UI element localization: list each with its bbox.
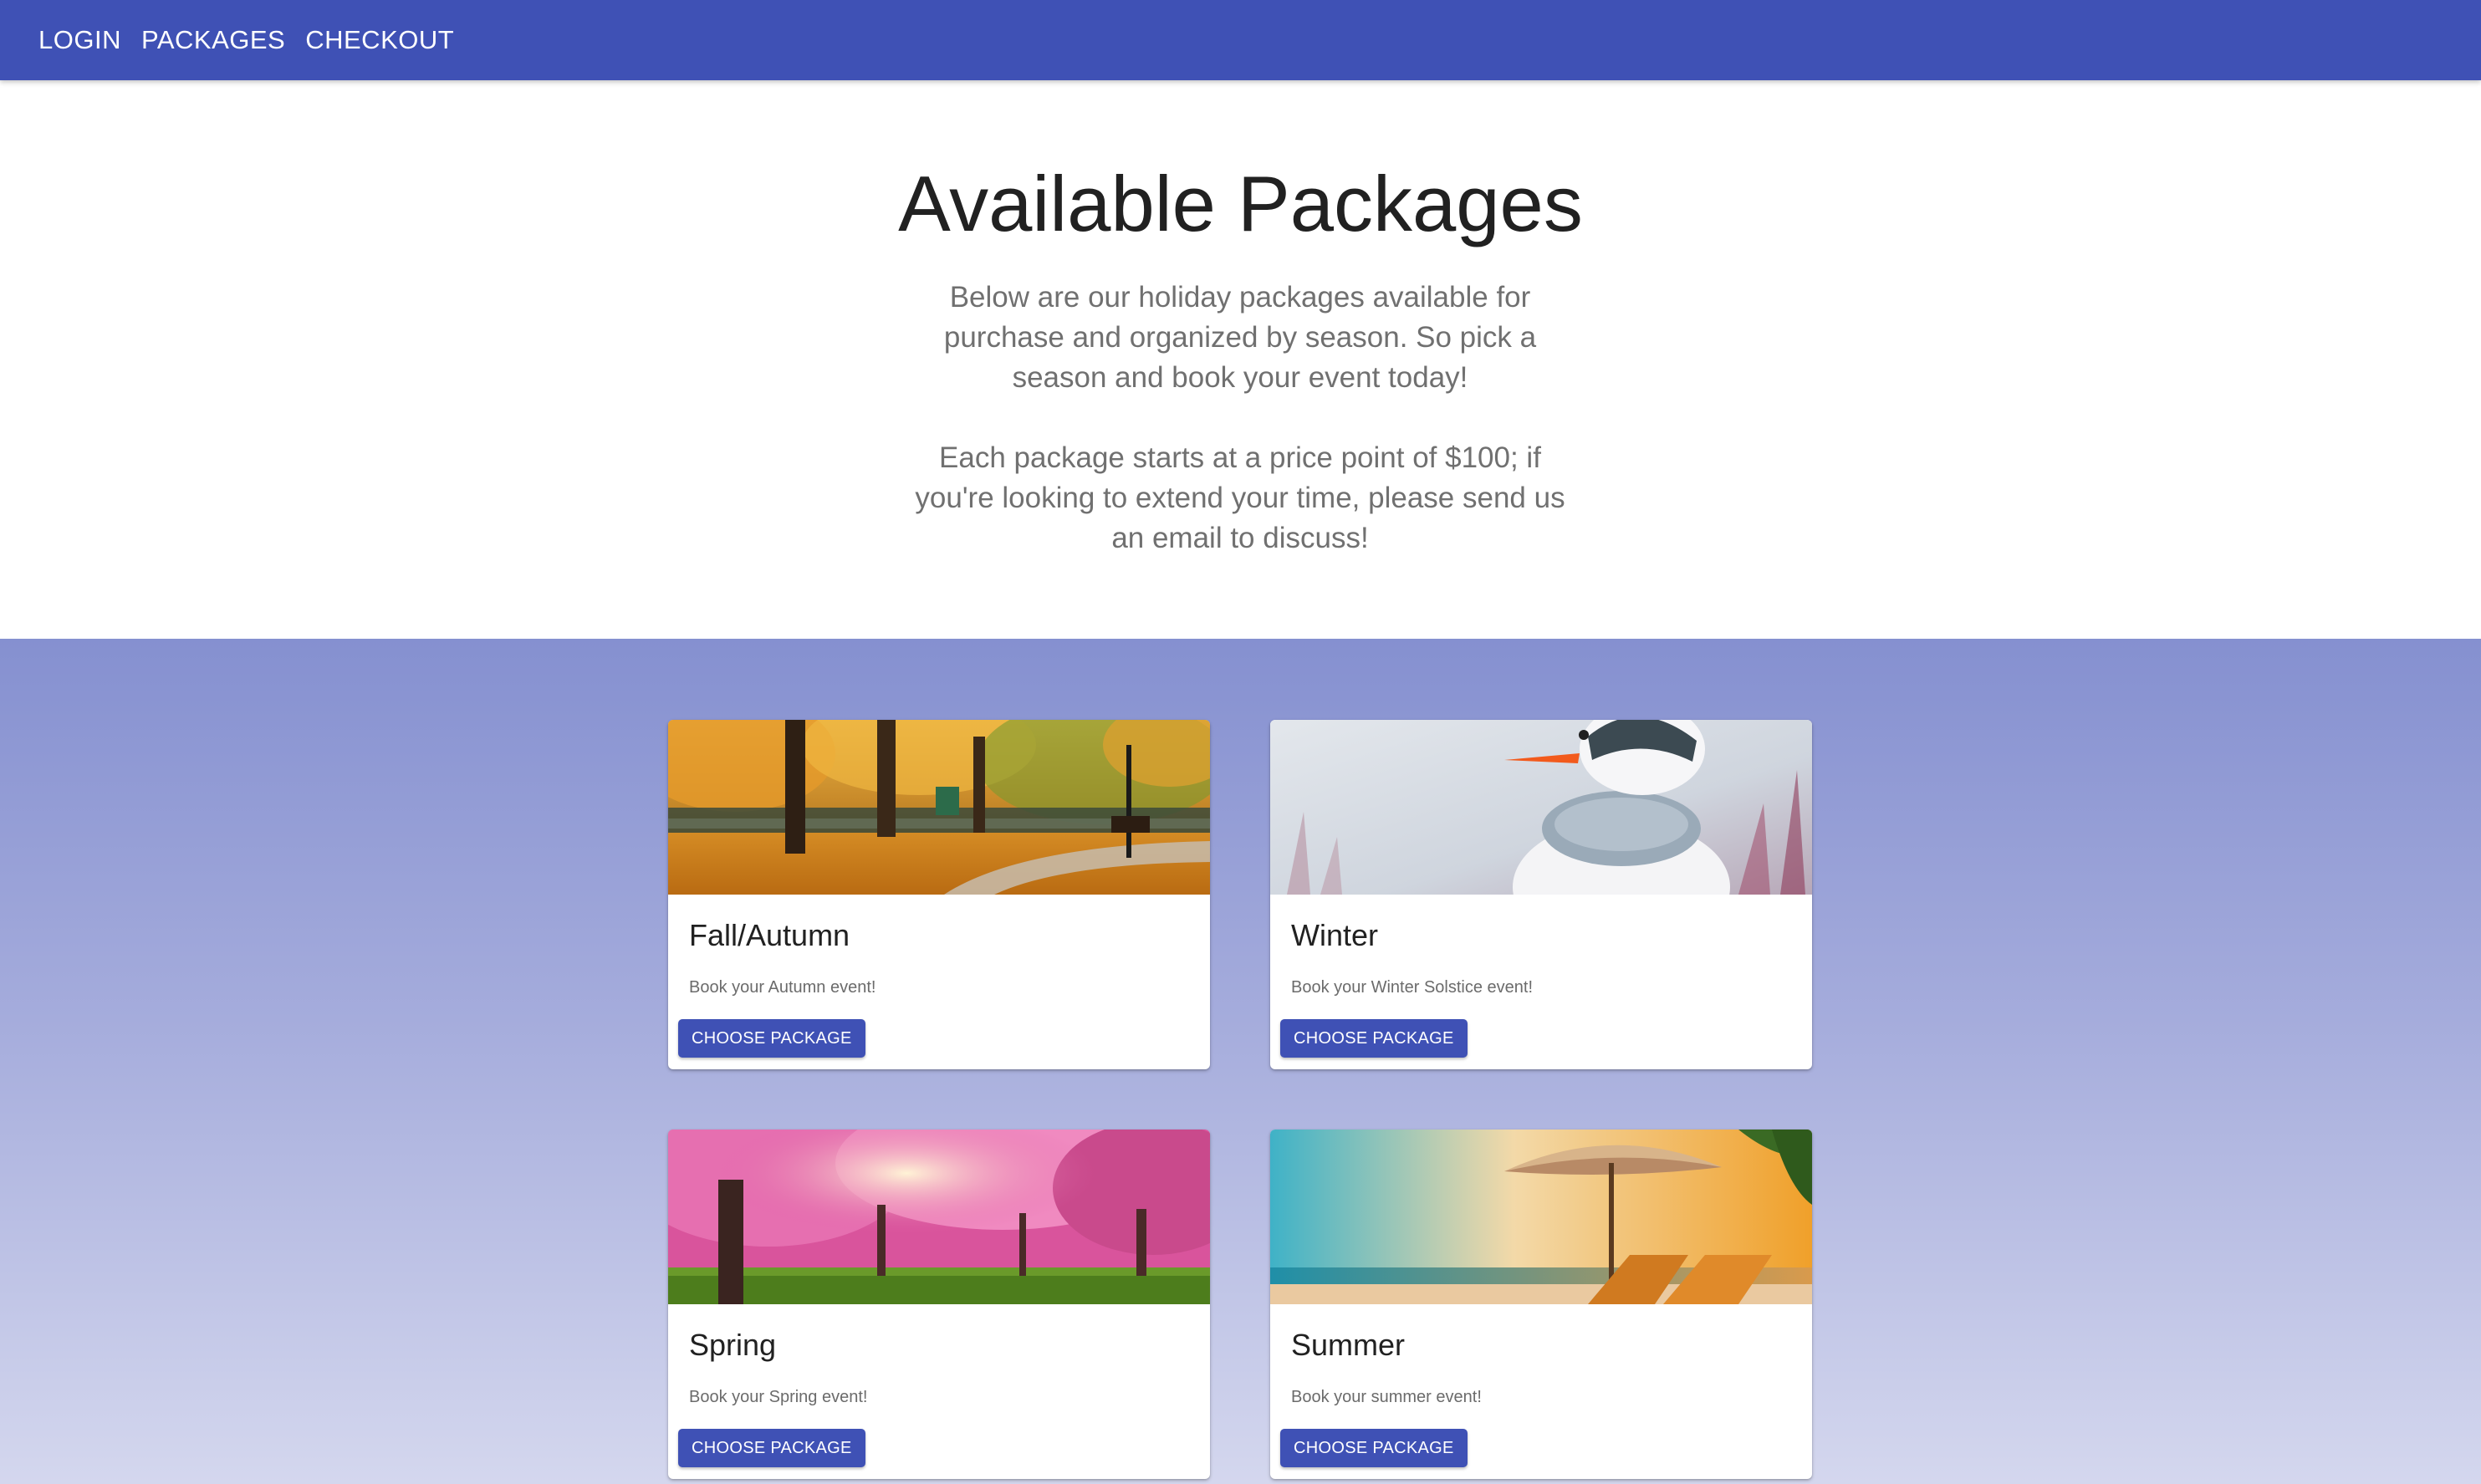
packages-section: Fall/Autumn Book your Autumn event! CHOO… bbox=[0, 639, 2481, 1484]
package-card-autumn: Fall/Autumn Book your Autumn event! CHOO… bbox=[668, 720, 1210, 1069]
pricing-paragraph: Each package starts at a price point of … bbox=[915, 441, 1565, 554]
package-title: Fall/Autumn bbox=[689, 918, 850, 952]
top-navbar: LOGIN PACKAGES CHECKOUT bbox=[0, 0, 2481, 80]
choose-package-button[interactable]: CHOOSE PACKAGE bbox=[678, 1019, 865, 1058]
choose-package-button[interactable]: CHOOSE PACKAGE bbox=[678, 1429, 865, 1467]
package-card-spring: Spring Book your Spring event! CHOOSE PA… bbox=[668, 1130, 1210, 1479]
beach-umbrella-image bbox=[1270, 1130, 1812, 1304]
page-title: Available Packages bbox=[898, 160, 1583, 247]
package-title: Spring bbox=[689, 1328, 777, 1362]
package-title: Summer bbox=[1291, 1328, 1406, 1362]
choose-package-button[interactable]: CHOOSE PACKAGE bbox=[1280, 1429, 1468, 1467]
package-card-summer: Summer Book your summer event! CHOOSE PA… bbox=[1270, 1130, 1812, 1479]
autumn-park-image bbox=[668, 720, 1210, 895]
package-description: Book your Winter Solstice event! bbox=[1291, 978, 1534, 997]
package-description: Book your Autumn event! bbox=[689, 978, 876, 997]
nav-packages-link[interactable]: PACKAGES bbox=[131, 17, 295, 64]
nav-checkout-link[interactable]: CHECKOUT bbox=[295, 17, 464, 64]
cherry-blossom-image bbox=[668, 1130, 1210, 1304]
package-description: Book your Spring event! bbox=[689, 1388, 868, 1406]
package-description: Book your summer event! bbox=[1291, 1388, 1482, 1406]
intro-paragraph: Below are our holiday packages available… bbox=[943, 281, 1537, 394]
choose-package-button[interactable]: CHOOSE PACKAGE bbox=[1280, 1019, 1468, 1058]
nav-login-link[interactable]: LOGIN bbox=[28, 17, 131, 64]
snowman-image bbox=[1270, 720, 1812, 895]
package-card-winter: Winter Book your Winter Solstice event! … bbox=[1270, 720, 1812, 1069]
package-title: Winter bbox=[1291, 918, 1379, 952]
